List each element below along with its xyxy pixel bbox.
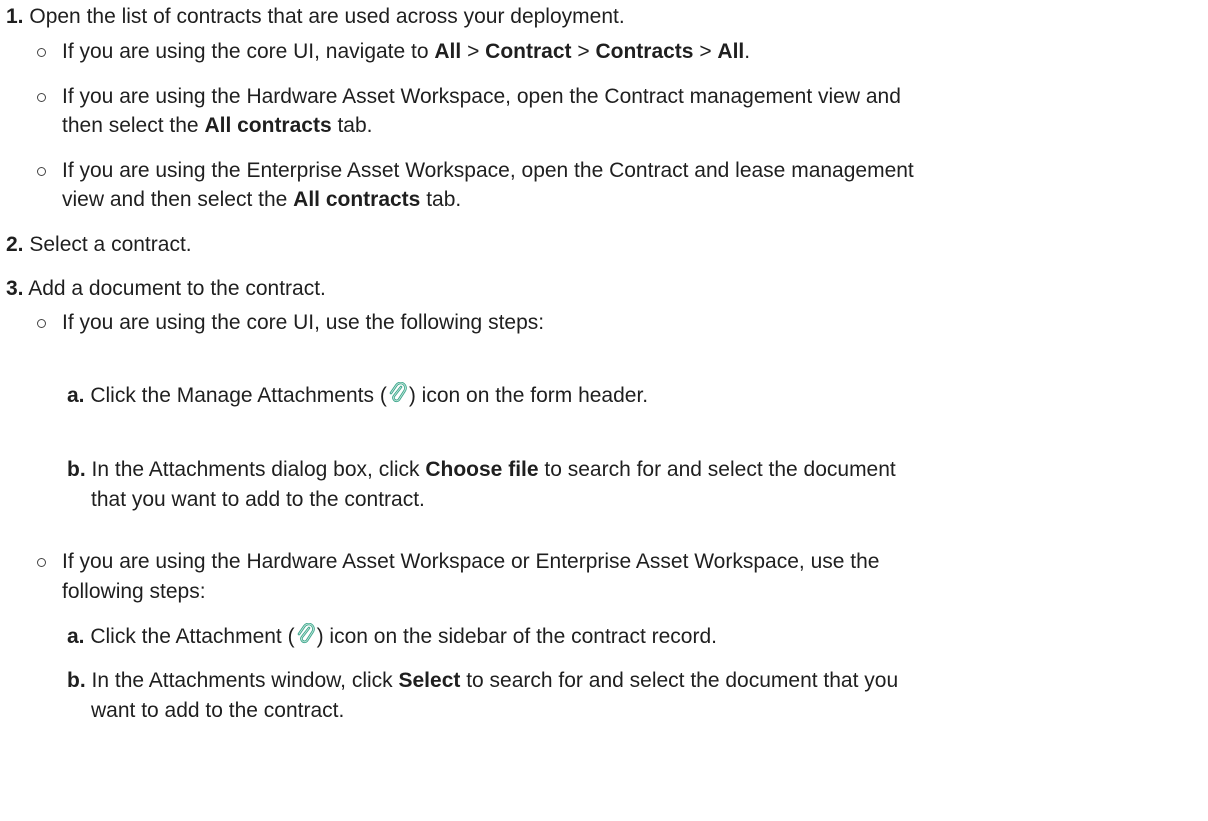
bullet-workspace-line1: If you are using the Hardware Asset Work… — [62, 550, 880, 573]
bullet-hardware-line2: then select the All contracts tab. — [62, 114, 373, 137]
bullet-enterprise-line1: If you are using the Enterprise Asset Wo… — [62, 159, 914, 182]
bullet-icon — [37, 167, 46, 176]
substep-b-core: b. In the Attachments dialog box, click … — [67, 458, 896, 481]
select-label: Select — [398, 669, 461, 692]
bullet-core-ui-steps: If you are using the core UI, use the fo… — [62, 311, 545, 334]
menu-all: All — [434, 40, 462, 63]
menu-all-2: All — [717, 40, 745, 63]
choose-file-label: Choose file — [425, 458, 539, 481]
step-number: 2. — [6, 233, 24, 256]
step-text: Open the list of contracts that are used… — [29, 5, 625, 28]
step-number: 1. — [6, 5, 24, 28]
menu-contracts: Contracts — [595, 40, 694, 63]
substep-b-workspace: b. In the Attachments window, click Sele… — [67, 669, 899, 692]
substep-b-workspace-line2: want to add to the contract. — [91, 699, 345, 722]
substep-a-workspace: a. Click the Attachment () icon on the s… — [67, 622, 717, 656]
bullet-icon — [37, 93, 46, 102]
substep-letter: a. — [67, 625, 85, 648]
substep-letter: b. — [67, 669, 86, 692]
step-text: Select a contract. — [29, 233, 192, 256]
substep-a-core: a. Click the Manage Attachments () icon … — [67, 381, 648, 415]
paperclip-icon — [296, 622, 316, 656]
substep-letter: a. — [67, 384, 85, 407]
step-text: Add a document to the contract. — [28, 277, 326, 300]
document-body: 1. Open the list of contracts that are u… — [0, 0, 1208, 821]
bullet-icon — [37, 48, 46, 57]
bullet-workspace-line2: following steps: — [62, 580, 206, 603]
bullet-icon — [37, 558, 46, 567]
all-contracts-tab-label: All contracts — [293, 188, 421, 211]
menu-contract: Contract — [485, 40, 572, 63]
bullet-core-ui-nav: If you are using the core UI, navigate t… — [62, 40, 751, 63]
step-3: 3. Add a document to the contract. — [6, 274, 326, 304]
bullet-hardware-line1: If you are using the Hardware Asset Work… — [62, 85, 901, 108]
substep-b-core-line2: that you want to add to the contract. — [91, 488, 425, 511]
paperclip-icon — [388, 381, 408, 415]
step-number: 3. — [6, 277, 24, 300]
bullet-enterprise-line2: view and then select the All contracts t… — [62, 188, 462, 211]
step-2: 2. Select a contract. — [6, 230, 192, 260]
step-1: 1. Open the list of contracts that are u… — [6, 2, 625, 32]
all-contracts-tab-label: All contracts — [204, 114, 332, 137]
substep-letter: b. — [67, 458, 86, 481]
bullet-icon — [37, 319, 46, 328]
